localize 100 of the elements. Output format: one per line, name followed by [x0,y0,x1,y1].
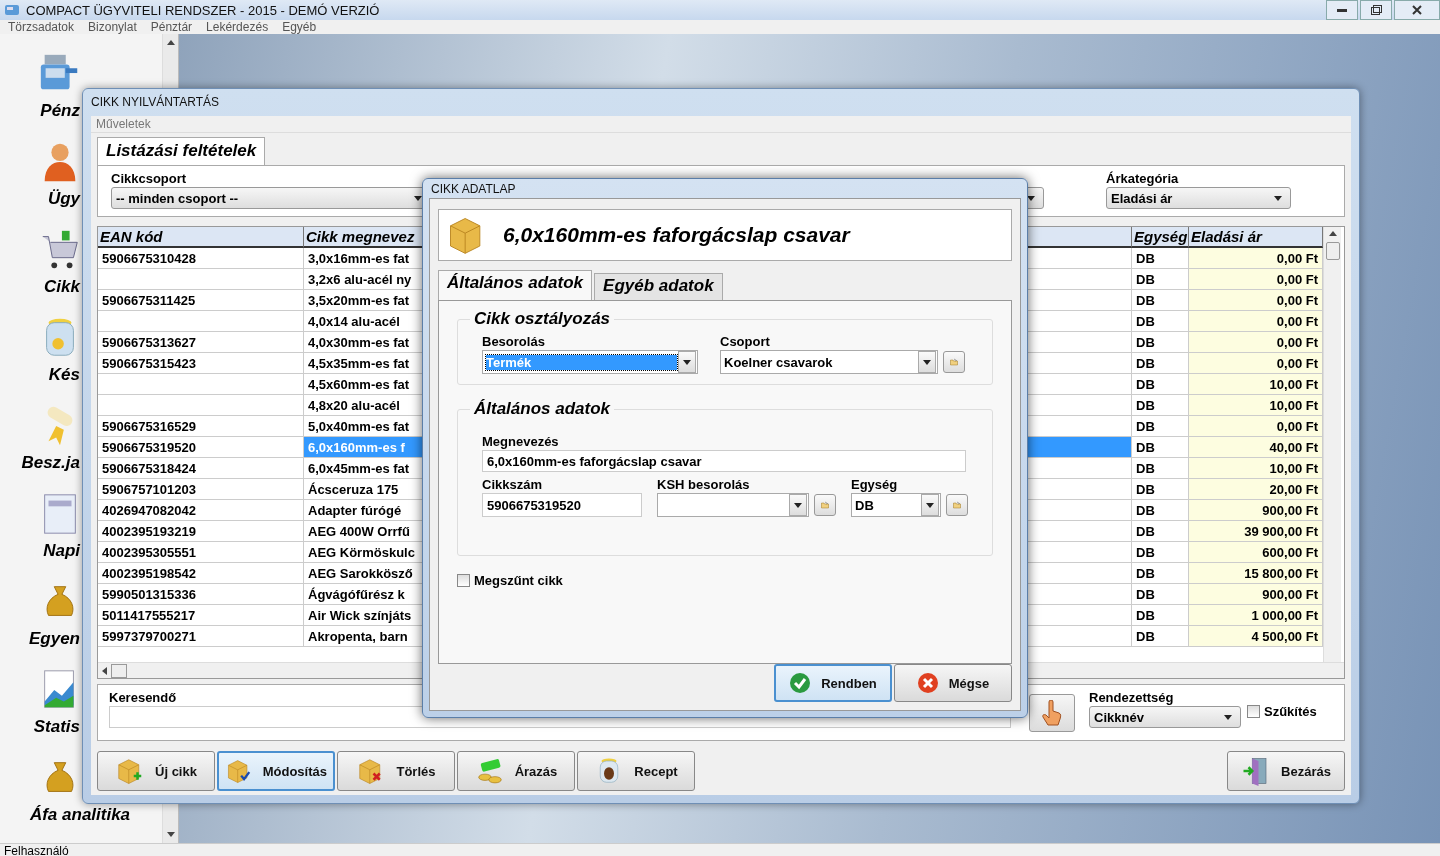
table-cell: 600,00 Ft [1189,542,1323,563]
dropdown-field[interactable]: Koelner csavarok [720,350,938,374]
table-cell: 0,00 Ft [1189,248,1323,269]
window-title: COMPACT ÜGYVITELI RENDSZER - 2015 - DEMÓ VERZIÓ [26,2,381,18]
table-cell: 5011417555217 [98,605,304,626]
table-cell: 5906675316529 [98,416,304,437]
menu-item[interactable]: Lekérdezés [206,20,269,34]
checkbox[interactable] [1247,704,1260,718]
dropdown-field[interactable] [657,493,809,517]
restore-button[interactable] [1360,0,1392,20]
menu-item[interactable]: Bizonylat [88,20,137,34]
table-cell: 4002395193219 [98,521,304,542]
dropdown-arrow-icon [1224,714,1232,720]
toolbar-button[interactable]: Recept [577,751,695,791]
scroll-down-icon[interactable] [166,832,175,837]
scroll-up-icon[interactable] [166,40,175,45]
input-field[interactable]: 5906675319520 [482,493,642,517]
sidebar-label[interactable]: Kés [0,365,80,385]
tab[interactable]: Általános adatok [438,270,593,301]
minimize-icon [1337,8,1347,12]
sidebar-label[interactable]: Pénz [0,101,80,121]
sidebar-label[interactable]: Egyen [0,629,80,649]
scroll-up-icon[interactable] [1328,231,1337,236]
group-title: Általános adatok [473,399,612,419]
dropdown-arrow-icon [1027,195,1035,201]
field-label: Cikkcsoport [111,171,188,187]
scrollbar[interactable] [1323,227,1341,662]
scroll-left-icon[interactable] [102,666,107,675]
menu-item[interactable]: Pénztár [150,20,193,34]
dropdown-arrow-icon [1274,195,1282,201]
table-cell: 5906757101203 [98,479,304,500]
table-cell: 5906675318424 [98,458,304,479]
column-header[interactable]: EAN kód [98,227,304,248]
cancel-button[interactable]: Mégse [894,664,1012,702]
toolbar-button[interactable]: Árazás [457,751,575,791]
table-cell: 40,00 Ft [1189,437,1323,458]
close-window-button[interactable]: Bezárás [1227,751,1345,791]
group-title: Cikk osztályozás [473,309,612,329]
scroll-thumb[interactable] [1325,242,1340,260]
table-cell: 5990501315336 [98,584,304,605]
folder-button[interactable] [943,351,965,373]
dropdown-arrow-icon [926,502,934,508]
sidebar-label[interactable]: Ügy [0,189,80,209]
column-header[interactable]: Egység [1132,227,1189,248]
hand-button[interactable] [1029,694,1075,732]
input-field[interactable]: 6,0x160mm-es faforgácslap csavar [482,450,966,472]
table-cell: 0,00 Ft [1189,311,1323,332]
table-cell: 5906675310428 [98,248,304,269]
checkbox[interactable] [457,573,470,587]
check-circle-icon [789,672,812,694]
sidebar-label[interactable]: Áfa analitika [0,805,160,825]
dropdown-field[interactable]: Cikknév [1089,706,1241,728]
sidebar-label[interactable]: Statis [0,717,80,737]
table-cell: 0,00 Ft [1189,269,1323,290]
table-cell: 900,00 Ft [1189,500,1323,521]
dropdown-field[interactable]: Eladási ár [1106,187,1291,209]
toolbar-button[interactable]: Módosítás [217,751,335,791]
sidebar-label[interactable]: Cikk [0,277,80,297]
table-cell: 5906675315423 [98,353,304,374]
table-cell: 1 000,00 Ft [1189,605,1323,626]
table-cell: 0,00 Ft [1189,332,1323,353]
dropdown-arrow-icon [923,359,931,365]
field-label: Keresendő [109,690,178,706]
window-title: CIKK ADATLAP [430,180,517,198]
sidebar-label[interactable]: Napi [0,541,80,561]
table-cell: 4002395305551 [98,542,304,563]
field-label: Árkategória [1106,171,1180,187]
tab[interactable]: Egyéb adatok [594,273,723,300]
app-icon [4,3,20,17]
tab[interactable]: Listázási feltételek [97,137,266,166]
scroll-thumb[interactable] [111,663,127,678]
field-label: Besorolás [482,334,546,350]
table-cell: 10,00 Ft [1189,395,1323,416]
menu-item[interactable]: Műveletek [96,116,151,131]
table-cell: 10,00 Ft [1189,458,1323,479]
dropdown-field[interactable]: DB [851,493,941,517]
sidebar-label[interactable]: Besz.ja [0,453,80,473]
folder-button[interactable] [946,494,968,516]
table-cell: 4002395198542 [98,563,304,584]
minimize-button[interactable] [1326,0,1358,20]
menu-item[interactable]: Egyéb [282,20,317,34]
folder-button[interactable] [814,494,836,516]
close-button[interactable] [1394,0,1440,20]
restore-icon [1370,5,1382,15]
field-label: Cikkszám [482,477,543,493]
table-cell: 10,00 Ft [1189,374,1323,395]
table-cell: 39 900,00 Ft [1189,521,1323,542]
column-header[interactable]: Eladási ár [1189,227,1323,248]
table-cell: 0,00 Ft [1189,290,1323,311]
table-cell: 4 500,00 Ft [1189,626,1323,647]
ok-button[interactable]: Rendben [774,664,892,702]
window-title: CIKK NYILVÁNTARTÁS [90,93,221,112]
field-label: Csoport [720,334,771,350]
table-cell: 900,00 Ft [1189,584,1323,605]
table-cell: 15 800,00 Ft [1189,563,1323,584]
field-label: Megnevezés [482,434,560,450]
dropdown-arrow-icon [794,502,802,508]
toolbar-button[interactable]: Törlés [337,751,455,791]
menu-item[interactable]: Törzsadatok [8,20,75,34]
toolbar-button[interactable]: Új cikk [97,751,215,791]
